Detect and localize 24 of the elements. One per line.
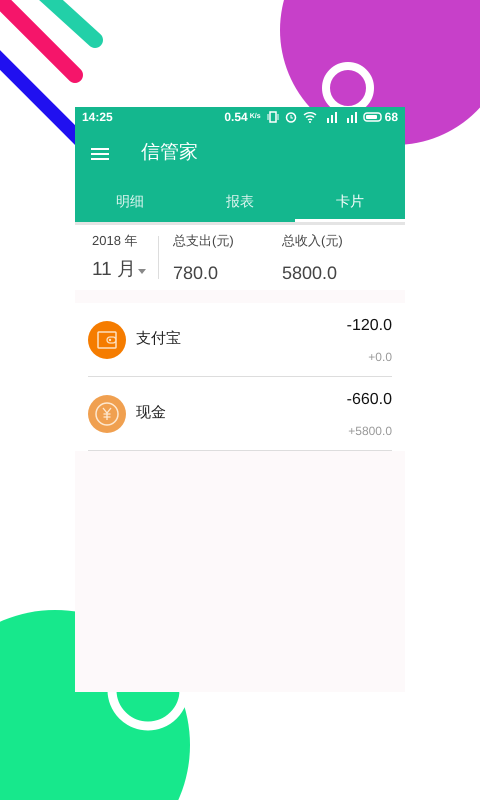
account-income: +0.0 — [368, 348, 392, 366]
battery-level: 68 — [384, 109, 398, 126]
menu-icon[interactable] — [91, 146, 109, 160]
income-label: 总收入(元) — [282, 232, 343, 250]
expense-total: 780.0 — [173, 262, 220, 284]
tab[interactable]: 明细 — [75, 180, 185, 222]
account-income: +5800.0 — [348, 422, 392, 440]
wifi-icon — [302, 111, 317, 123]
network-speed: 0.54 — [224, 109, 248, 126]
account-amount: -660.0 — [346, 390, 392, 410]
account-name: 支付宝 — [136, 329, 182, 350]
account-name: 现金 — [136, 403, 167, 424]
income-total: 5800.0 — [282, 262, 338, 284]
account-amount: -120.0 — [346, 316, 392, 336]
tab[interactable]: 报表 — [185, 180, 295, 222]
alarm-icon — [284, 111, 297, 123]
vibrate-icon — [266, 111, 279, 123]
dropdown-icon — [138, 268, 146, 274]
year-label: 2018 年 — [92, 232, 139, 250]
battery-icon — [362, 111, 383, 123]
expense-label: 总支出(元) — [173, 232, 235, 250]
app-title: 信管家 — [141, 141, 198, 166]
month-selector[interactable]: 11 月 — [92, 260, 146, 278]
status-time: 14:25 — [82, 109, 113, 126]
